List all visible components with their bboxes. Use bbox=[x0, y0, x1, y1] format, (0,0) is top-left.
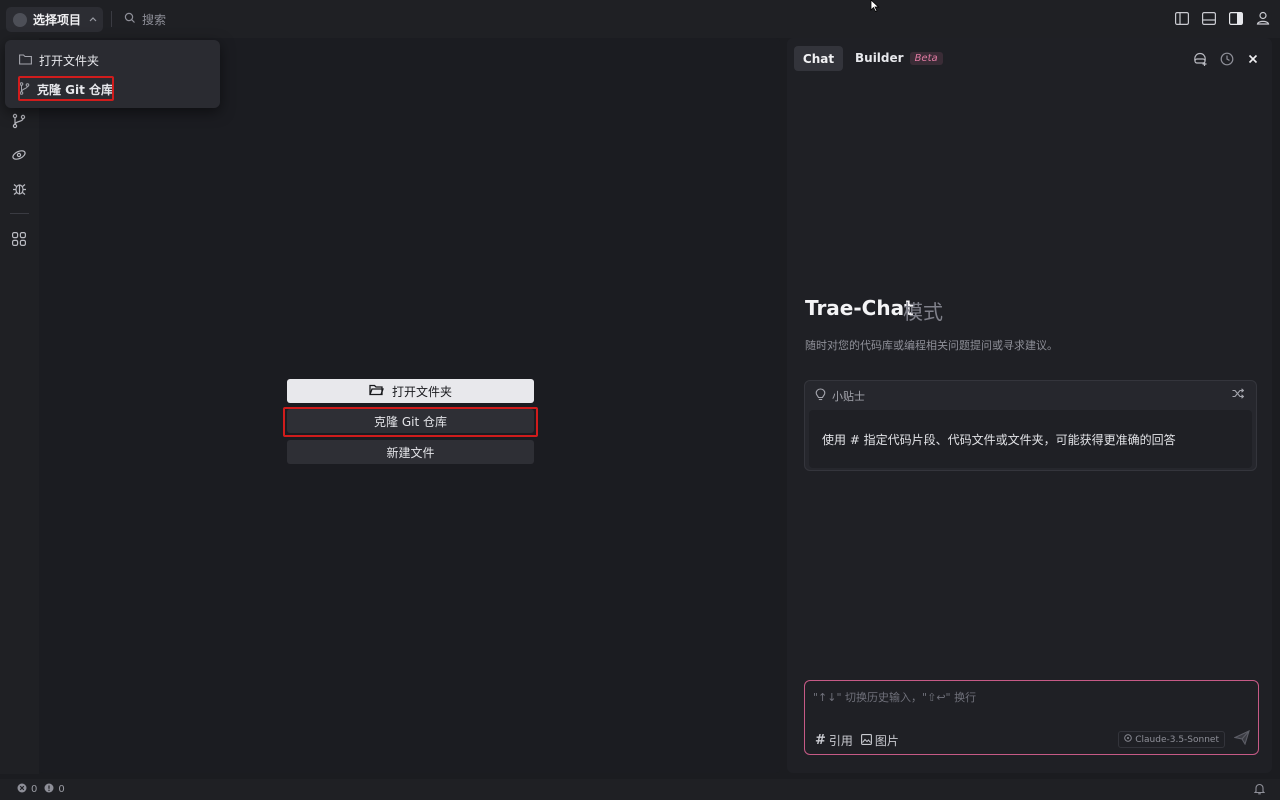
folder-icon bbox=[369, 384, 384, 399]
debug-icon[interactable] bbox=[10, 179, 28, 197]
image-label: 图片 bbox=[874, 734, 899, 748]
image-button[interactable]: 图片 bbox=[860, 732, 899, 749]
tab-builder-label: Builder bbox=[855, 51, 904, 65]
remote-icon[interactable] bbox=[10, 146, 28, 164]
search-box[interactable]: 搜索 bbox=[124, 11, 166, 28]
tip-card: 小贴士 使用 # 指定代码片段、代码文件或文件夹，可能获得更准确的回答 bbox=[804, 380, 1257, 471]
search-icon bbox=[124, 12, 136, 27]
send-icon[interactable] bbox=[1233, 729, 1250, 748]
tip-text: 使用 # 指定代码片段、代码文件或文件夹，可能获得更准确的回答 bbox=[809, 410, 1252, 468]
hash-icon: # bbox=[815, 733, 826, 748]
folder-icon bbox=[19, 53, 32, 68]
tab-chat[interactable]: Chat bbox=[794, 46, 843, 71]
mode-title: Trae-Chat bbox=[805, 296, 914, 320]
open-folder-label: 打开文件夹 bbox=[391, 384, 452, 399]
toggle-left-sidebar-icon[interactable] bbox=[1174, 10, 1189, 26]
chat-input-placeholder: "↑↓" 切换历史输入，"⇧↩" 换行 bbox=[813, 691, 977, 704]
tab-builder[interactable]: Builder Beta bbox=[855, 51, 943, 65]
chevron-up-icon bbox=[89, 15, 97, 25]
new-chat-icon[interactable] bbox=[1193, 51, 1208, 66]
status-bar: 0 0 bbox=[0, 779, 1280, 800]
new-file-label: 新建文件 bbox=[386, 445, 435, 460]
reference-label: 引用 bbox=[828, 734, 853, 748]
beta-badge: Beta bbox=[909, 51, 943, 65]
clone-button-highlight bbox=[283, 407, 538, 437]
model-selector[interactable]: Claude-3.5-Sonnet bbox=[1118, 731, 1225, 748]
model-icon bbox=[1124, 734, 1132, 745]
activity-bar bbox=[0, 38, 39, 774]
editor-area bbox=[39, 38, 780, 773]
close-icon[interactable] bbox=[1245, 51, 1260, 66]
reference-button[interactable]: # 引用 bbox=[815, 732, 853, 749]
chat-input[interactable]: "↑↓" 切换历史输入，"⇧↩" 换行 # 引用 图片 Claude-3.5-S… bbox=[804, 680, 1259, 755]
toggle-right-sidebar-icon[interactable] bbox=[1228, 10, 1243, 26]
bell-icon[interactable] bbox=[1253, 783, 1266, 798]
model-label: Claude-3.5-Sonnet bbox=[1135, 734, 1219, 745]
shuffle-icon[interactable] bbox=[1232, 388, 1245, 402]
lightbulb-icon bbox=[815, 388, 826, 404]
new-file-button[interactable]: 新建文件 bbox=[287, 440, 534, 464]
chat-panel: Chat Builder Beta Trae-Chat 模式 随时对您的代码库或… bbox=[787, 38, 1272, 773]
error-icon[interactable] bbox=[17, 783, 27, 796]
project-dropdown-menu: 打开文件夹 克隆 Git 仓库 bbox=[5, 40, 220, 108]
warning-icon[interactable] bbox=[44, 783, 54, 796]
menu-item-label: 打开文件夹 bbox=[39, 54, 100, 68]
error-count: 0 bbox=[31, 784, 38, 795]
toggle-panel-icon[interactable] bbox=[1201, 10, 1216, 26]
title-bar: 选择项目 搜索 bbox=[0, 0, 1280, 38]
history-icon[interactable] bbox=[1219, 51, 1234, 66]
project-selector-label: 选择项目 bbox=[33, 13, 82, 27]
warning-count: 0 bbox=[58, 784, 65, 795]
account-icon[interactable] bbox=[1255, 10, 1270, 26]
image-icon bbox=[860, 733, 872, 748]
source-control-icon[interactable] bbox=[10, 112, 28, 130]
titlebar-divider bbox=[111, 11, 112, 27]
menu-item-open-folder[interactable]: 打开文件夹 bbox=[19, 52, 99, 69]
activity-divider bbox=[10, 213, 29, 214]
mode-description: 随时对您的代码库或编程相关问题提问或寻求建议。 bbox=[805, 339, 1058, 352]
search-placeholder: 搜索 bbox=[142, 13, 167, 27]
mode-suffix: 模式 bbox=[903, 300, 943, 324]
extensions-icon[interactable] bbox=[10, 230, 28, 248]
open-folder-button[interactable]: 打开文件夹 bbox=[287, 379, 534, 403]
tip-title: 小贴士 bbox=[832, 390, 865, 403]
project-selector-button[interactable]: 选择项目 bbox=[6, 7, 103, 32]
menu-item-highlight bbox=[18, 76, 114, 101]
mouse-cursor-icon bbox=[870, 0, 882, 15]
project-avatar bbox=[13, 12, 27, 27]
